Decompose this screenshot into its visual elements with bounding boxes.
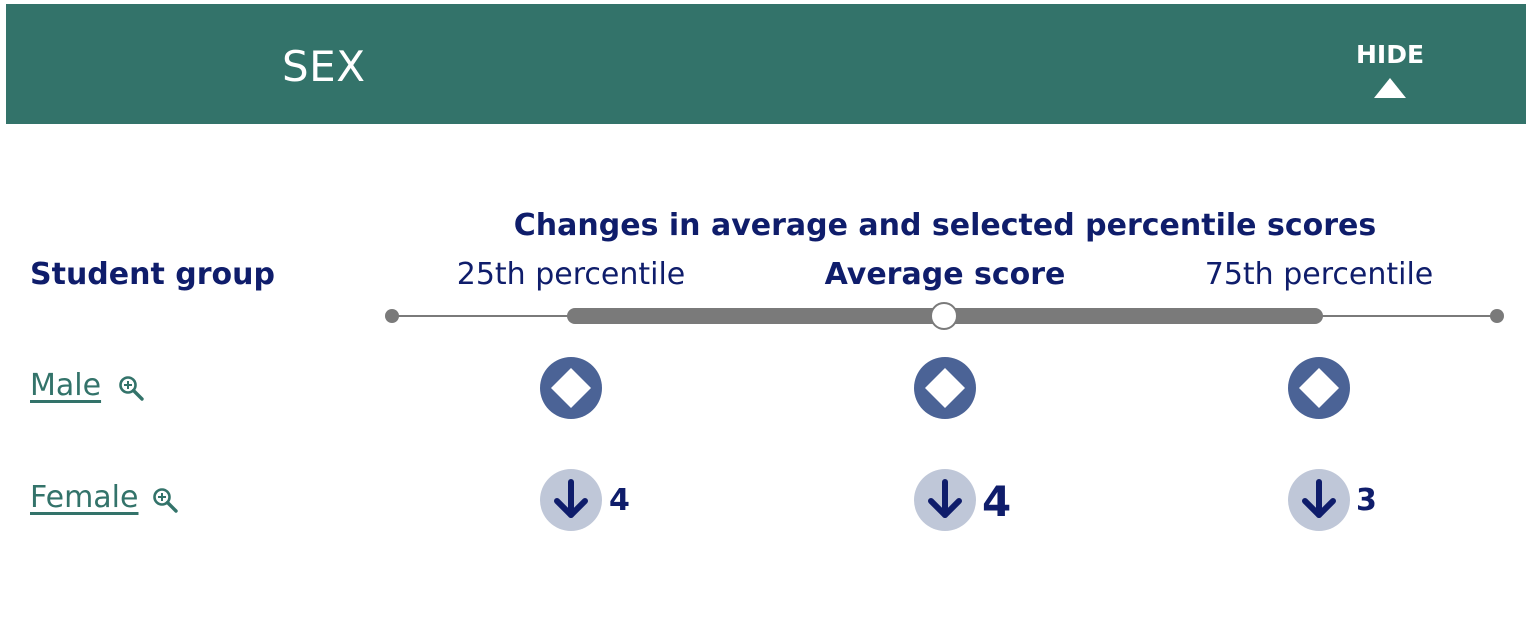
column-header-25th-percentile: 25th percentile — [456, 257, 686, 292]
scale-right-end-dot — [1490, 309, 1504, 323]
percentile-scale-graphic — [385, 302, 1504, 330]
row-link-male[interactable]: Male — [30, 368, 101, 403]
female-75th-percentile-change: 3 — [1356, 483, 1377, 518]
scale-left-end-dot — [385, 309, 399, 323]
no-change-diamond-icon — [540, 357, 602, 419]
scale-average-marker — [930, 302, 958, 330]
column-header-75th-percentile: 75th percentile — [1204, 257, 1434, 292]
decrease-arrow-icon — [1288, 469, 1350, 531]
female-25th-percentile-change: 4 — [609, 483, 630, 518]
section-title: SEX — [282, 42, 366, 91]
female-average-score-change: 4 — [982, 477, 1012, 526]
zoom-in-icon[interactable] — [117, 374, 145, 402]
decrease-arrow-icon — [540, 469, 602, 531]
section-header: SEX HIDE — [6, 4, 1526, 124]
decrease-arrow-icon — [914, 469, 976, 531]
zoom-in-icon[interactable] — [151, 486, 179, 514]
no-change-diamond-icon — [914, 357, 976, 419]
caret-up-icon — [1374, 78, 1406, 98]
row-link-female[interactable]: Female — [30, 480, 138, 515]
hide-label: HIDE — [1355, 40, 1425, 69]
no-change-diamond-icon — [1288, 357, 1350, 419]
column-header-average-score: Average score — [824, 257, 1066, 292]
student-group-header: Student group — [30, 257, 275, 292]
hide-toggle-button[interactable]: HIDE — [1340, 40, 1440, 110]
chart-title: Changes in average and selected percenti… — [513, 208, 1377, 243]
